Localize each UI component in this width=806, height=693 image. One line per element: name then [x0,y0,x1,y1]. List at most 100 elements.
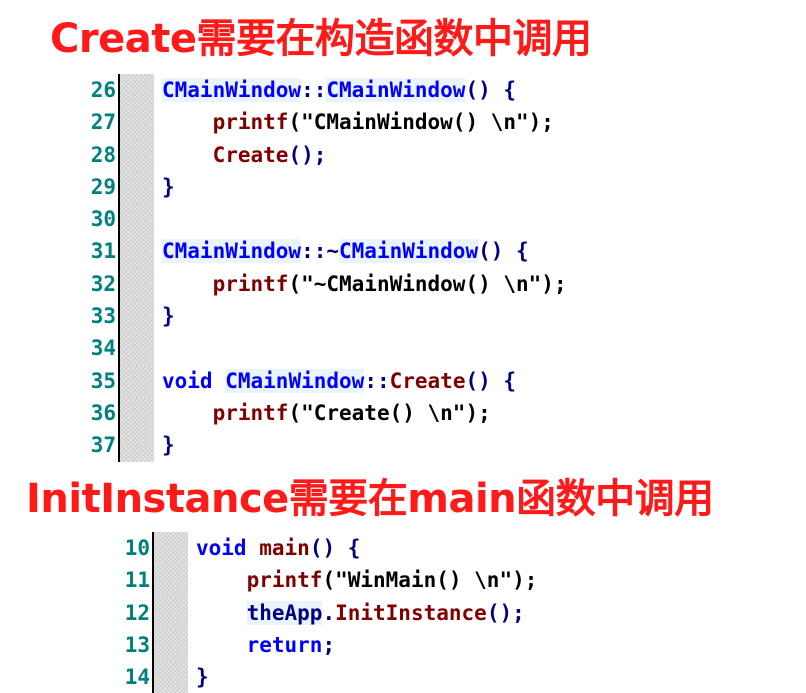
code-text: CMainWindow::CMainWindow() { [154,74,706,106]
line-number: 14 [124,665,150,690]
code-line[interactable]: 13 return; [100,628,660,662]
code-token: theApp [246,600,323,625]
heading-bottom: InitInstance需要在main函数中调用 [26,476,714,522]
breakpoint-gutter[interactable] [120,300,154,333]
code-token: ::~ [301,239,340,264]
breakpoint-gutter[interactable] [154,628,188,662]
code-line[interactable]: 14} [100,661,660,693]
code-line[interactable]: 34 [66,332,706,365]
line-number: 12 [124,600,150,625]
breakpoint-gutter[interactable] [120,396,154,430]
line-number: 28 [90,142,116,167]
breakpoint-gutter[interactable] [120,170,154,204]
code-text: printf("Create() \n"); [154,397,706,429]
line-number: 35 [90,368,116,393]
line-number: 29 [90,174,116,199]
code-token: } [162,304,175,329]
code-line[interactable]: 37} [66,429,706,462]
code-panel-bottom[interactable]: 10 void main() { 11 printf("WinMain() \n")… [100,532,660,693]
line-number: 26 [90,78,116,102]
breakpoint-gutter[interactable] [120,332,154,365]
code-line[interactable]: 12 theApp.InitInstance(); [100,596,660,629]
code-line[interactable]: 10 void main() { [100,532,660,565]
line-number: 10 [124,536,150,560]
code-token: Create [389,368,466,393]
code-token: ("CMainWindow() \n"); [288,110,554,135]
line-number: 33 [90,304,116,329]
code-token: return [246,632,323,657]
code-token: CMainWindow [162,239,302,264]
breakpoint-gutter[interactable] [120,364,154,397]
code-line[interactable]: 11 printf("WinMain() \n"); [100,564,660,597]
code-token: printf [212,110,289,135]
code-token: InitInstance [335,600,487,625]
code-token: void [196,536,247,560]
breakpoint-gutter[interactable] [154,564,188,597]
code-line[interactable]: 27 printf("CMainWindow() \n"); [66,106,706,139]
code-token: ("~CMainWindow() \n"); [288,271,567,296]
code-text: } [154,300,706,332]
code-token: } [162,174,175,199]
code-token: CMainWindow [326,78,466,102]
code-text: } [154,429,706,461]
code-token: Create [212,142,289,167]
code-line[interactable]: 26 CMainWindow::CMainWindow() { [66,74,706,107]
code-line[interactable]: 36 printf("Create() \n"); [66,396,706,430]
code-token: printf [212,271,289,296]
breakpoint-gutter[interactable] [120,106,154,139]
code-text: Create(); [154,139,706,171]
code-text: return; [188,629,660,661]
code-line[interactable]: 33} [66,300,706,333]
code-line[interactable]: 28 Create(); [66,138,706,171]
code-line[interactable]: 30 [66,203,706,236]
code-token: void [162,368,213,393]
code-text: printf("CMainWindow() \n"); [154,106,706,138]
code-text: CMainWindow::~CMainWindow() { [154,235,706,267]
code-token: (); [486,600,525,625]
line-number: 34 [90,336,116,361]
code-text: } [154,171,706,203]
breakpoint-gutter[interactable] [154,661,188,693]
breakpoint-gutter[interactable] [154,532,188,565]
breakpoint-gutter[interactable] [120,138,154,171]
code-panel-top[interactable]: 26 CMainWindow::CMainWindow() {27 printf(… [66,74,706,466]
code-line[interactable]: 31 CMainWindow::~CMainWindow() { [66,235,706,268]
code-token: (); [288,142,327,167]
code-line[interactable]: 35 void CMainWindow::Create() { [66,364,706,397]
code-token: () { [309,536,361,560]
code-token: :: [364,368,390,393]
code-line[interactable]: 32 printf("~CMainWindow() \n"); [66,267,706,301]
code-text: void CMainWindow::Create() { [154,365,706,397]
line-number: 30 [90,207,116,232]
code-token: printf [246,568,323,593]
code-token: CMainWindow [339,239,479,264]
line-number: 36 [90,400,116,425]
code-text: theApp.InitInstance(); [188,597,660,629]
code-text: printf("WinMain() \n"); [188,564,660,596]
code-line[interactable]: 29} [66,170,706,204]
line-number: 13 [124,632,150,657]
code-token: CMainWindow [162,78,302,102]
breakpoint-gutter[interactable] [154,596,188,629]
code-token: CMainWindow [225,368,365,393]
code-token: () { [465,78,517,102]
code-token: main [259,536,310,560]
line-number: 32 [90,271,116,296]
breakpoint-gutter[interactable] [120,203,154,236]
breakpoint-gutter[interactable] [120,429,154,462]
breakpoint-gutter[interactable] [120,235,154,268]
line-number: 27 [90,110,116,135]
code-token: ("Create() \n"); [288,400,491,425]
code-token: ; [322,632,336,657]
breakpoint-gutter[interactable] [120,267,154,301]
breakpoint-gutter[interactable] [120,74,154,107]
line-number: 37 [90,433,116,458]
